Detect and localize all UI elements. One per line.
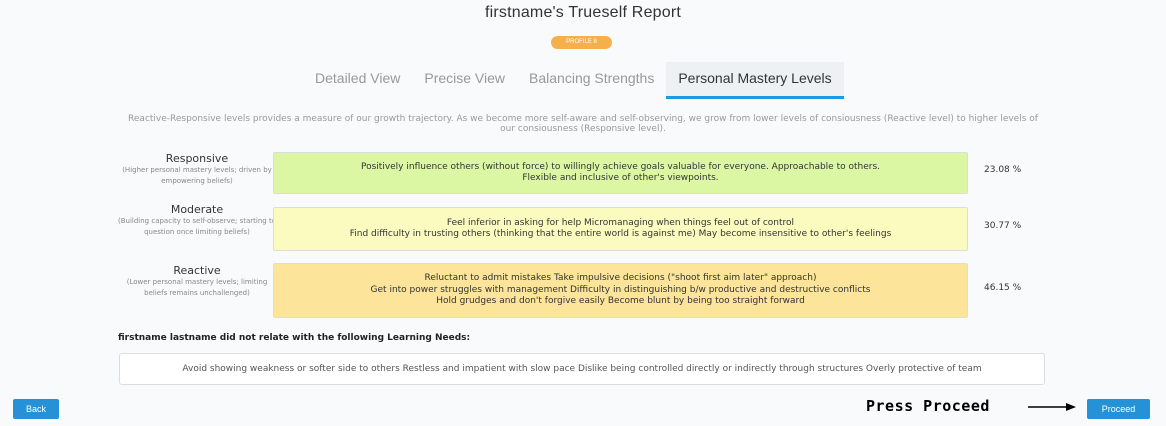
view-tabs: Detailed View Precise View Balancing Str…: [303, 62, 844, 99]
intro-text: Reactive-Responsive levels provides a me…: [128, 114, 1038, 134]
profile-badge: PROFILE 8: [551, 36, 612, 49]
learning-needs-heading: firstname lastname did not relate with t…: [118, 333, 471, 343]
level-box-reactive: Reluctant to admit mistakes Take impulsi…: [273, 263, 968, 318]
level-description: (Higher personal mastery levels; driven …: [122, 166, 272, 185]
level-description: (Building capacity to self-observe; star…: [118, 217, 276, 236]
level-trait-line: Flexible and inclusive of other's viewpo…: [522, 173, 719, 183]
press-proceed-annotation: Press Proceed: [866, 397, 990, 415]
proceed-button[interactable]: Proceed: [1087, 399, 1150, 419]
level-label-reactive: Reactive (Lower personal mastery levels;…: [118, 264, 276, 299]
level-box-moderate: Feel inferior in asking for help Microma…: [273, 207, 968, 251]
tab-balancing-strengths[interactable]: Balancing Strengths: [517, 62, 666, 96]
arrow-right-icon: [1028, 403, 1076, 411]
level-trait-line: Feel inferior in asking for help Microma…: [446, 217, 795, 228]
level-percent-moderate: 30.77 %: [984, 221, 1022, 231]
level-box-responsive: Positively influence others (without for…: [273, 152, 968, 194]
report-title: firstname's Trueself Report: [484, 4, 682, 21]
tab-precise-view[interactable]: Precise View: [412, 62, 517, 96]
tab-personal-mastery-levels[interactable]: Personal Mastery Levels: [666, 62, 844, 99]
level-trait-line: Get into power struggles with management…: [370, 284, 871, 295]
level-trait-line: Reluctant to admit mistakes Take impulsi…: [424, 273, 817, 284]
level-name: Reactive: [173, 264, 221, 277]
level-name: Moderate: [170, 203, 224, 216]
level-name: Responsive: [165, 152, 229, 165]
level-trait-line: Hold grudges and don't forgive easily Be…: [436, 296, 805, 307]
level-trait-line: Positively influence others (without for…: [360, 161, 880, 172]
level-trait-line: Find difficulty in trusting others (thin…: [349, 229, 892, 239]
tab-detailed-view[interactable]: Detailed View: [303, 62, 412, 96]
level-label-responsive: Responsive (Higher personal mastery leve…: [118, 152, 276, 187]
level-percent-reactive: 46.15 %: [984, 283, 1022, 293]
level-description: (Lower personal mastery levels; limiting…: [126, 278, 268, 297]
back-button[interactable]: Back: [13, 399, 59, 419]
learning-needs-box: Avoid showing weakness or softer side to…: [119, 353, 1045, 385]
level-label-moderate: Moderate (Building capacity to self-obse…: [118, 203, 276, 238]
level-percent-responsive: 23.08 %: [984, 165, 1022, 175]
